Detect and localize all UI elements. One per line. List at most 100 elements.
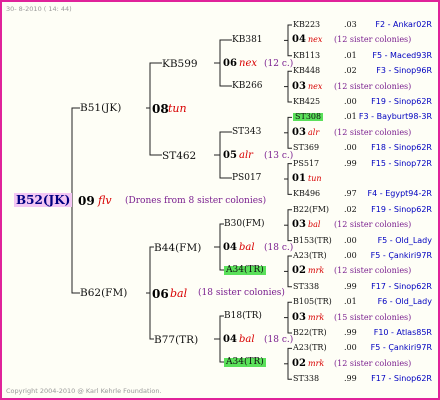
gen4-reference[interactable]: F3 - Sinop96R: [376, 67, 432, 75]
gen4-number: 01: [292, 173, 306, 184]
gen4-number: 02: [292, 265, 306, 277]
gen4-value: .99: [344, 281, 357, 291]
gen1-dam-id[interactable]: B62(FM): [80, 288, 127, 299]
gen2-note: (12 c.): [264, 59, 294, 69]
gen2-number: 04: [223, 334, 237, 345]
copyright: Copyright 2004-2010 @ Karl Kehrle Founda…: [6, 387, 162, 395]
gen3-node[interactable]: KB381: [232, 36, 263, 45]
gen4-id[interactable]: ST369: [293, 144, 319, 152]
gen4-race: nex: [308, 81, 323, 91]
gen4-id[interactable]: A23(TR): [293, 252, 327, 260]
gen4-note: (12 sister colonies): [334, 266, 412, 276]
gen4-note: (12 sister colonies): [334, 127, 412, 137]
gen4-value: .99: [344, 374, 357, 384]
gen4-number: 04: [292, 34, 306, 46]
gen4-id[interactable]: KB425: [293, 98, 320, 106]
timestamp: 30- 8-2010 ( 14: 44): [6, 5, 72, 13]
gen4-id[interactable]: ST308: [293, 113, 324, 122]
gen4-value: .03: [344, 20, 357, 29]
gen4-reference[interactable]: F19 - Sinop62R: [371, 205, 432, 214]
gen4-reference[interactable]: F3 - Bayburt98-3R: [359, 113, 432, 121]
gen4-note: (12 sister colonies): [334, 35, 412, 45]
gen3-node[interactable]: B18(TR): [224, 312, 262, 321]
gen4-number: 03: [292, 80, 306, 92]
gen4-reference[interactable]: F5 - Old_Lady: [378, 236, 432, 245]
gen1-sire-number: 08: [152, 102, 169, 116]
root-generation-number: 09: [78, 194, 95, 208]
gen4-value: .00: [344, 143, 357, 153]
gen4-reference[interactable]: F5 - Çankiri97R: [371, 252, 432, 260]
gen3-node-highlighted[interactable]: A34(TR): [224, 358, 266, 367]
gen3-node[interactable]: PS017: [232, 174, 261, 183]
gen4-race: tun: [308, 174, 322, 183]
gen4-value: .02: [344, 204, 357, 214]
gen4-id[interactable]: PS517: [293, 159, 319, 168]
gen4-value: .00: [344, 235, 357, 245]
gen2-node[interactable]: KB599: [162, 59, 198, 70]
gen2-race: alr: [239, 150, 253, 161]
gen4-race: alr: [308, 127, 320, 137]
gen2-node[interactable]: B77(TR): [154, 335, 198, 346]
gen4-id[interactable]: B22(FM): [293, 205, 329, 214]
gen4-reference[interactable]: F6 - Old_Lady: [378, 298, 432, 306]
gen1-dam-note: (18 sister colonies): [198, 288, 285, 298]
gen4-number: 03: [292, 219, 306, 231]
gen4-id[interactable]: B105(TR): [293, 298, 332, 306]
gen2-number: 06: [223, 58, 237, 69]
gen4-reference[interactable]: F17 - Sinop62R: [371, 282, 432, 291]
gen2-number: 04: [223, 242, 237, 253]
gen1-dam-number: 06: [152, 287, 169, 301]
gen4-value: .02: [344, 66, 357, 76]
gen4-value: .00: [344, 343, 357, 353]
gen4-id[interactable]: ST338: [293, 282, 319, 291]
gen1-sire-race: tun: [168, 102, 187, 115]
gen3-node[interactable]: B30(FM): [224, 220, 265, 229]
gen2-race: bal: [239, 242, 255, 253]
gen4-id[interactable]: KB113: [293, 51, 320, 60]
gen4-note: (12 sister colonies): [334, 358, 412, 368]
gen2-node[interactable]: ST462: [162, 151, 196, 162]
gen4-number: 03: [292, 126, 306, 138]
gen4-reference[interactable]: F15 - Sinop72R: [371, 159, 432, 168]
gen4-race: nex: [308, 35, 323, 45]
gen4-reference[interactable]: F18 - Sinop62R: [371, 144, 432, 152]
gen2-race: nex: [239, 58, 257, 69]
root-race: flv: [98, 194, 112, 207]
gen4-id[interactable]: B22(TR): [293, 329, 327, 337]
gen2-number: 05: [223, 150, 237, 161]
gen1-dam-race: bal: [170, 287, 188, 300]
gen3-node-highlighted[interactable]: A34(TR): [224, 266, 266, 275]
root-queen-id[interactable]: B52(JK): [14, 193, 73, 207]
gen4-id[interactable]: KB223: [293, 21, 320, 29]
gen4-reference[interactable]: F4 - Egypt94-2R: [368, 190, 432, 198]
root-note: (Drones from 8 sister colonies): [125, 196, 267, 206]
gen4-id[interactable]: KB496: [293, 190, 320, 198]
gen4-id[interactable]: B153(TR): [293, 236, 332, 245]
gen4-id[interactable]: ST338: [293, 375, 319, 383]
gen4-reference[interactable]: F2 - Ankar02R: [375, 21, 432, 29]
gen2-node[interactable]: B44(FM): [154, 243, 201, 254]
gen4-value: .01: [344, 112, 357, 122]
gen4-value: .00: [344, 251, 357, 260]
gen4-note: (15 sister colonies): [334, 312, 412, 322]
gen4-race: mrk: [308, 266, 325, 276]
gen4-value: .97: [344, 189, 357, 199]
gen2-note: (18 c.): [264, 243, 294, 253]
gen4-reference[interactable]: F19 - Sinop62R: [371, 98, 432, 106]
gen4-note: (12 sister colonies): [334, 220, 412, 230]
gen4-reference[interactable]: F17 - Sinop62R: [371, 375, 432, 383]
gen4-value: .01: [344, 50, 357, 60]
gen4-race: mrk: [308, 358, 325, 368]
gen4-value: .99: [344, 328, 357, 337]
gen4-reference[interactable]: F10 - Atlas85R: [374, 329, 432, 337]
gen3-node[interactable]: ST343: [232, 128, 261, 137]
gen4-reference[interactable]: F5 - Çankiri97R: [371, 344, 432, 352]
gen4-race: bal: [308, 220, 321, 230]
pedigree-frame: 30- 8-2010 ( 14: 44) Copyright 2004-2010…: [0, 0, 440, 400]
gen4-reference[interactable]: F5 - Maced93R: [372, 51, 432, 60]
gen4-id[interactable]: A23(TR): [293, 344, 327, 352]
gen4-id[interactable]: KB448: [293, 67, 320, 75]
gen4-race: mrk: [308, 312, 325, 322]
gen3-node[interactable]: KB266: [232, 82, 263, 91]
gen1-sire-id[interactable]: B51(JK): [80, 103, 121, 114]
